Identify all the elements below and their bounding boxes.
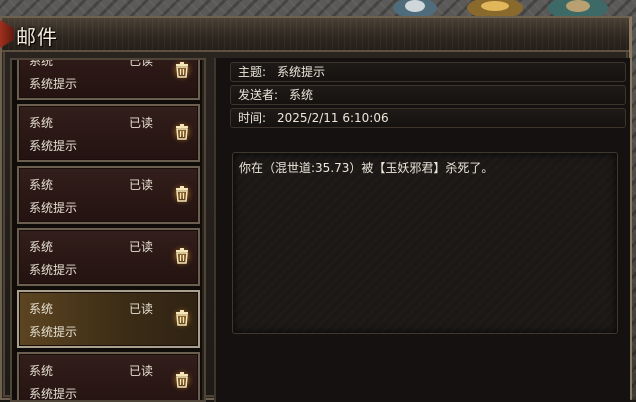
mail-list-item[interactable]: 系统 已读系统提示	[17, 290, 200, 348]
mail-subject: 系统提示	[29, 201, 78, 215]
mail-list-item[interactable]: 系统 已读系统提示	[17, 228, 200, 286]
title-bar[interactable]: 邮件	[0, 18, 629, 52]
mail-list-scrollbar[interactable]	[202, 60, 204, 400]
mail-sender: 系统	[29, 240, 54, 254]
time-value: 2025/2/11 6:10:06	[277, 111, 389, 125]
mail-list-item[interactable]: 系统 已读系统提示	[17, 166, 200, 224]
mail-read-status: 已读	[129, 240, 154, 254]
mail-subject: 系统提示	[29, 77, 78, 91]
subject-row: 主题: 系统提示	[230, 62, 626, 82]
title-ornament	[0, 20, 14, 48]
mail-detail-panel: 主题: 系统提示 发送者: 系统 时间: 2025/2/11 6:10:06 你…	[214, 58, 630, 402]
mail-sender: 系统	[29, 58, 54, 68]
time-row: 时间: 2025/2/11 6:10:06	[230, 108, 626, 128]
mail-body[interactable]: 你在（混世道:35.73）被【玉妖邪君】杀死了。	[232, 152, 618, 334]
delete-mail-button[interactable]	[171, 60, 193, 82]
subject-value: 系统提示	[277, 65, 326, 79]
mail-read-status: 已读	[129, 302, 154, 316]
mail-read-status: 已读	[129, 178, 154, 192]
mail-subject: 系统提示	[29, 325, 78, 339]
time-label: 时间:	[238, 111, 267, 125]
sender-label: 发送者:	[238, 88, 279, 102]
mail-sender: 系统	[29, 178, 54, 192]
mail-sender: 系统	[29, 302, 54, 316]
mail-window: 邮件 系统 已读 系统提示 系统 已读 系统提示 系统 已读 系统提示 系统 已读 系统提示 系统 已读系…	[0, 16, 632, 402]
sender-row: 发送者: 系统	[230, 85, 626, 105]
mail-subject: 系统提示	[29, 387, 78, 401]
delete-mail-button[interactable]	[171, 368, 193, 392]
mail-sender: 系统	[29, 116, 54, 130]
mail-read-status: 已读	[129, 58, 154, 68]
delete-mail-button[interactable]	[171, 182, 193, 206]
mail-read-status: 已读	[129, 116, 154, 130]
mail-list-item[interactable]: 系统 已读系统提示	[17, 58, 200, 100]
mail-list-item[interactable]: 系统 已读系统提示	[17, 352, 200, 401]
sender-value: 系统	[289, 88, 314, 102]
mail-sender: 系统	[29, 364, 54, 378]
mail-read-status: 已读	[129, 364, 154, 378]
mail-subject: 系统提示	[29, 263, 78, 277]
mail-list-item[interactable]: 系统 已读系统提示	[17, 104, 200, 162]
delete-mail-button[interactable]	[171, 244, 193, 268]
delete-mail-button[interactable]	[171, 306, 193, 330]
subject-label: 主题:	[238, 65, 267, 79]
mail-list: 系统 已读 系统提示 系统 已读 系统提示 系统 已读 系统提示 系统 已读 系统提示 系统 已读 系统提示…	[10, 58, 206, 402]
window-title: 邮件	[16, 25, 58, 49]
mail-body-text: 你在（混世道:35.73）被【玉妖邪君】杀死了。	[239, 161, 494, 175]
mail-subject: 系统提示	[29, 139, 78, 153]
delete-mail-button[interactable]	[171, 120, 193, 144]
